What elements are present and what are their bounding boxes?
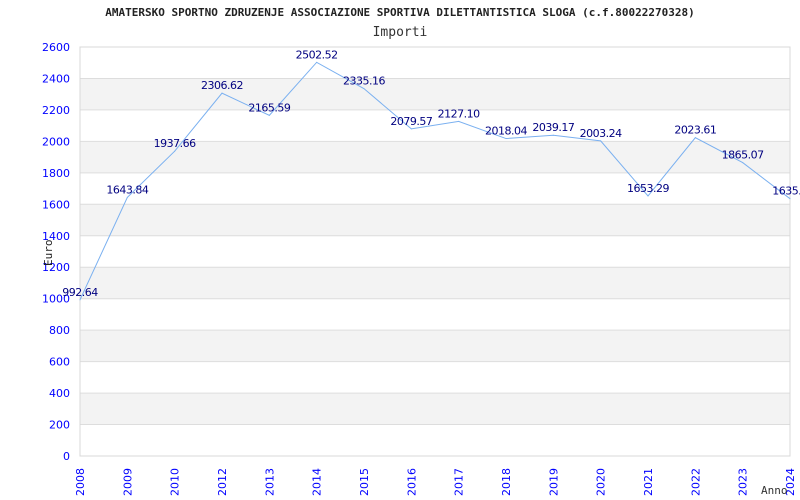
data-point: [126, 196, 128, 198]
data-point: [79, 299, 81, 301]
x-tick-label: 2009: [121, 468, 134, 496]
x-tick-label: 2022: [689, 468, 702, 496]
y-tick-label: 0: [63, 450, 70, 463]
y-tick-label: 2200: [42, 104, 70, 117]
data-point: [552, 134, 554, 136]
x-tick-label: 2014: [311, 468, 324, 496]
background-band: [80, 393, 790, 425]
y-tick-label: 1600: [42, 198, 70, 211]
y-tick-label: 1800: [42, 167, 70, 180]
y-tick-label: 600: [49, 356, 70, 369]
data-label: 2003.24: [580, 127, 622, 140]
data-label: 1643.84: [106, 183, 148, 196]
y-tick-label: 2400: [42, 72, 70, 85]
data-point: [505, 138, 507, 140]
data-label: 2127.10: [438, 107, 480, 120]
data-point: [694, 137, 696, 139]
data-label: 992.64: [62, 286, 98, 299]
y-tick-label: 200: [49, 419, 70, 432]
data-point: [410, 128, 412, 130]
x-tick-label: 2013: [263, 468, 276, 496]
data-label: 2018.04: [485, 125, 527, 138]
data-point: [600, 140, 602, 142]
data-point: [458, 120, 460, 122]
x-tick-label: 2018: [500, 468, 513, 496]
data-label: 2306.62: [201, 79, 243, 92]
data-label: 2079.57: [390, 115, 432, 128]
y-tick-label: 2600: [42, 41, 70, 54]
x-tick-label: 2010: [169, 468, 182, 496]
data-point: [174, 150, 176, 152]
background-band: [80, 78, 790, 110]
data-label: 2023.61: [674, 124, 716, 137]
data-point: [647, 195, 649, 197]
data-label: 1653.29: [627, 182, 669, 195]
data-label: 2039.17: [532, 121, 574, 134]
line-chart: 0200400600800100012001400160018002000220…: [42, 41, 800, 497]
x-tick-label: 2020: [595, 468, 608, 496]
y-tick-label: 800: [49, 324, 70, 337]
x-tick-label: 2017: [453, 468, 466, 496]
data-point: [316, 61, 318, 63]
background-band: [80, 267, 790, 299]
data-point: [363, 88, 365, 90]
data-label: 1635.8: [772, 185, 800, 198]
data-label: 2502.52: [296, 48, 338, 61]
x-tick-label: 2019: [547, 468, 560, 496]
x-tick-label: 2015: [358, 468, 371, 496]
x-tick-label: 2021: [642, 468, 655, 496]
data-label: 1865.07: [722, 149, 764, 162]
y-tick-label: 2000: [42, 135, 70, 148]
data-point: [742, 162, 744, 164]
x-axis-title: Anno: [761, 484, 788, 497]
x-tick-label: 2012: [216, 468, 229, 496]
y-axis-title: Euro: [42, 240, 55, 267]
y-tick-label: 400: [49, 387, 70, 400]
data-point: [789, 198, 791, 200]
background-band: [80, 204, 790, 236]
x-tick-label: 2008: [74, 468, 87, 496]
data-point: [268, 114, 270, 116]
x-tick-label: 2023: [737, 468, 750, 496]
data-label: 2165.59: [248, 101, 290, 114]
data-label: 1937.66: [154, 137, 196, 150]
x-tick-label: 2016: [405, 468, 418, 496]
background-band: [80, 330, 790, 362]
data-point: [221, 92, 223, 94]
data-label: 2335.16: [343, 75, 385, 88]
